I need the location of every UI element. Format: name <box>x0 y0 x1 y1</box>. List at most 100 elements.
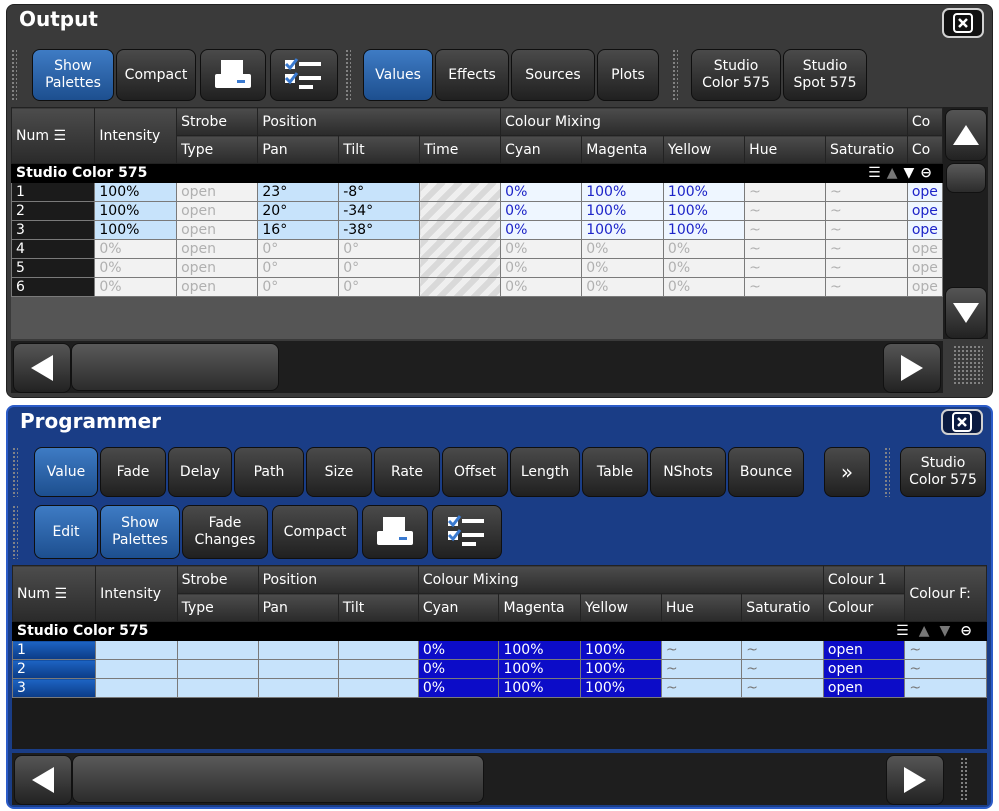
checklist-button[interactable] <box>432 505 502 559</box>
fixture-number-cell[interactable]: 2 <box>12 659 97 679</box>
pan-cell[interactable]: 16° <box>257 220 340 240</box>
pan-column-header[interactable]: Pan <box>257 135 340 164</box>
sort-icon[interactable]: ☰ <box>868 165 887 181</box>
intensity-cell[interactable]: 0% <box>94 258 178 278</box>
saturation-column-header[interactable]: Saturatio <box>825 135 908 164</box>
type-column-header[interactable]: Type <box>176 135 259 164</box>
magenta-column-header[interactable]: Magenta <box>498 593 582 622</box>
intensity-cell[interactable] <box>95 640 178 660</box>
length-button[interactable]: Length <box>510 447 580 497</box>
drag-grip[interactable] <box>12 505 18 559</box>
table-row[interactable]: 3 0% 100% 100% ~ ~ open ~ <box>12 678 987 698</box>
type-column-header[interactable]: Type <box>176 593 259 622</box>
cyan-cell[interactable]: 0% <box>417 640 500 660</box>
yellow-cell[interactable]: 100% <box>580 640 662 660</box>
sort-icon[interactable]: ☰ <box>53 128 66 144</box>
tilt-cell[interactable]: -38° <box>338 220 421 240</box>
drag-grip[interactable] <box>345 49 351 101</box>
value-button[interactable]: Value <box>34 447 98 497</box>
more-chevron-icon[interactable]: » <box>824 447 870 497</box>
sort-icon[interactable]: ☰ <box>896 623 919 639</box>
edit-button[interactable]: Edit <box>34 505 98 559</box>
drag-grip[interactable] <box>672 49 678 101</box>
horizontal-scroll-thumb[interactable] <box>72 755 484 803</box>
saturation-cell[interactable]: ~ <box>825 182 908 202</box>
intensity-cell[interactable]: 100% <box>94 201 178 221</box>
scroll-left-icon[interactable] <box>13 343 71 393</box>
triangle-down-icon[interactable]: ▼ <box>903 165 920 181</box>
table-row[interactable]: 6 0% open 0° 0° 0% 0% 0% ~ ~ ope <box>11 277 943 297</box>
saturation-cell[interactable]: ~ <box>741 640 824 660</box>
cyan-column-header[interactable]: Cyan <box>500 135 583 164</box>
yellow-cell[interactable]: 100% <box>662 201 746 221</box>
tilt-cell[interactable] <box>337 640 419 660</box>
hue-cell[interactable]: ~ <box>660 640 743 660</box>
type-cell[interactable] <box>176 659 259 679</box>
print-button[interactable] <box>362 505 428 559</box>
pan-cell[interactable] <box>257 659 339 679</box>
pan-cell[interactable] <box>257 678 339 698</box>
time-column-header[interactable]: Time <box>419 135 502 164</box>
plots-button[interactable]: Plots <box>597 49 659 101</box>
fixture-number-cell[interactable]: 5 <box>11 258 96 278</box>
scroll-down-icon[interactable] <box>945 287 987 339</box>
horizontal-scrollbar[interactable] <box>11 341 943 393</box>
tilt-cell[interactable] <box>337 659 419 679</box>
table-row[interactable]: 4 0% open 0° 0° 0% 0% 0% ~ ~ ope <box>11 239 943 259</box>
resize-grip-icon[interactable] <box>953 345 983 385</box>
scroll-right-icon[interactable] <box>883 343 941 393</box>
time-cell[interactable] <box>419 239 502 259</box>
table-row[interactable]: 2 0% 100% 100% ~ ~ open ~ <box>12 659 987 679</box>
minus-circle-icon[interactable]: ⊖ <box>920 165 938 181</box>
cyan-column-header[interactable]: Cyan <box>417 593 500 622</box>
tilt-column-header[interactable]: Tilt <box>337 593 419 622</box>
values-button[interactable]: Values <box>363 49 433 101</box>
offset-button[interactable]: Offset <box>442 447 508 497</box>
pan-cell[interactable]: 0° <box>257 239 340 259</box>
scroll-up-icon[interactable] <box>945 109 987 161</box>
colour-fx-cell[interactable]: ~ <box>904 678 987 698</box>
saturation-cell[interactable]: ~ <box>741 659 824 679</box>
pan-cell[interactable]: 0° <box>257 258 340 278</box>
yellow-cell[interactable]: 100% <box>662 182 746 202</box>
yellow-column-header[interactable]: Yellow <box>580 593 662 622</box>
magenta-cell[interactable]: 0% <box>581 258 664 278</box>
path-button[interactable]: Path <box>234 447 304 497</box>
type-cell[interactable]: open <box>176 277 259 297</box>
fade-button[interactable]: Fade <box>100 447 166 497</box>
fixture-group-row[interactable]: Studio Color 575 ☰▲▼⊖ <box>12 621 987 641</box>
magenta-cell[interactable]: 0% <box>581 277 664 297</box>
size-button[interactable]: Size <box>306 447 372 497</box>
type-cell[interactable]: open <box>176 201 259 221</box>
colour-column-header[interactable]: Colour <box>822 593 906 622</box>
table-row[interactable]: 2 100% open 20° -34° 0% 100% 100% ~ ~ ope <box>11 201 943 221</box>
resize-grip-icon[interactable] <box>960 757 968 801</box>
cyan-cell[interactable]: 0% <box>500 220 583 240</box>
sources-button[interactable]: Sources <box>511 49 595 101</box>
scroll-right-icon[interactable] <box>886 755 944 805</box>
type-cell[interactable]: open <box>176 258 259 278</box>
saturation-cell[interactable]: ~ <box>825 201 908 221</box>
triangle-up-icon[interactable]: ▲ <box>919 623 940 639</box>
colour-cell[interactable]: ope <box>906 220 943 240</box>
type-cell[interactable] <box>176 640 259 660</box>
intensity-column-header[interactable]: Intensity <box>95 565 178 622</box>
print-button[interactable] <box>200 49 266 101</box>
studio-color-575-button[interactable]: Studio Color 575 <box>900 447 986 497</box>
type-cell[interactable] <box>176 678 259 698</box>
intensity-cell[interactable]: 0% <box>94 277 178 297</box>
magenta-cell[interactable]: 100% <box>581 201 664 221</box>
sort-icon[interactable]: ☰ <box>54 586 67 602</box>
colour-cell[interactable]: ope <box>906 277 943 297</box>
compact-button[interactable]: Compact <box>116 49 196 101</box>
tilt-cell[interactable]: 0° <box>338 239 421 259</box>
fixture-number-cell[interactable]: 3 <box>12 678 97 698</box>
time-cell[interactable] <box>419 277 502 297</box>
scroll-left-icon[interactable] <box>14 755 72 805</box>
colour-fx-cell[interactable]: ~ <box>904 659 987 679</box>
cyan-cell[interactable]: 0% <box>500 239 583 259</box>
colour-fx-column-header[interactable]: Colour F: <box>904 565 987 622</box>
fixture-number-cell[interactable]: 3 <box>11 220 96 240</box>
hue-cell[interactable]: ~ <box>660 659 743 679</box>
hue-cell[interactable]: ~ <box>744 182 827 202</box>
